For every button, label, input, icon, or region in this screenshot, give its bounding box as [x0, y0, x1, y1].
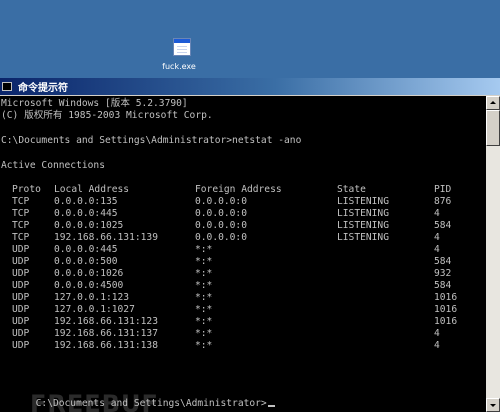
proto-cell: UDP — [12, 244, 30, 255]
scroll-thumb[interactable] — [486, 110, 500, 146]
local-address-cell: 0.0.0.0:1025 — [54, 220, 124, 231]
pid-cell: 584 — [434, 220, 452, 231]
foreign-address-cell: *:* — [195, 280, 213, 291]
desktop-icon-fuck-exe[interactable]: fuck.exe — [158, 38, 206, 71]
pid-cell: 932 — [434, 268, 452, 279]
proto-cell: UDP — [12, 292, 30, 303]
foreign-address-cell: *:* — [195, 304, 213, 315]
banner-copyright: (C) 版权所有 1985-2003 Microsoft Corp. — [1, 110, 213, 121]
table-row: UDP 0.0.0.0:4500 *:* 584 — [0, 280, 486, 292]
proto-cell: TCP — [12, 232, 30, 243]
foreign-address-cell: *:* — [195, 268, 213, 279]
proto-cell: UDP — [12, 340, 30, 351]
header-foreign-address: Foreign Address — [195, 184, 282, 195]
banner-version: Microsoft Windows [版本 5.2.3790] — [1, 98, 188, 109]
proto-cell: TCP — [12, 196, 30, 207]
table-row: TCP 0.0.0.0:445 0.0.0.0:0 LISTENING 4 — [0, 208, 486, 220]
state-cell: LISTENING — [337, 196, 389, 207]
executable-file-icon — [173, 38, 191, 56]
table-row: UDP 127.0.0.1:123 *:* 1016 — [0, 292, 486, 304]
local-address-cell: 192.168.66.131:137 — [54, 328, 158, 339]
header-local-address: Local Address — [54, 184, 130, 195]
table-row: TCP 0.0.0.0:1025 0.0.0.0:0 LISTENING 584 — [0, 220, 486, 232]
desktop-icon-label: fuck.exe — [162, 62, 196, 71]
local-address-cell: 0.0.0.0:135 — [54, 196, 118, 207]
pid-cell: 1016 — [434, 304, 458, 315]
table-row: UDP 192.168.66.131:123 *:* 1016 — [0, 316, 486, 328]
header-pid: PID — [434, 184, 452, 195]
state-cell: LISTENING — [337, 220, 389, 231]
local-address-cell: 0.0.0.0:1026 — [54, 268, 124, 279]
local-address-cell: 192.168.66.131:139 — [54, 232, 158, 243]
pid-cell: 4 — [434, 340, 440, 351]
pid-cell: 4 — [434, 232, 440, 243]
header-state: State — [337, 184, 366, 195]
local-address-cell: 192.168.66.131:138 — [54, 340, 158, 351]
table-header: Proto Local Address Foreign Address Stat… — [0, 184, 486, 196]
pid-cell: 4 — [434, 244, 440, 255]
proto-cell: UDP — [12, 316, 30, 327]
vertical-scrollbar[interactable] — [486, 96, 500, 412]
table-row: UDP 0.0.0.0:1026 *:* 932 — [0, 268, 486, 280]
pid-cell: 1016 — [434, 292, 458, 303]
proto-cell: UDP — [12, 256, 30, 267]
prompt-text: C:\Documents and Settings\Administrator> — [35, 398, 267, 409]
section-title: Active Connections — [1, 160, 105, 171]
pid-cell: 4 — [434, 208, 440, 219]
window-title: 命令提示符 — [18, 83, 68, 94]
local-address-cell: 127.0.0.1:1027 — [54, 304, 135, 315]
foreign-address-cell: *:* — [195, 340, 213, 351]
foreign-address-cell: 0.0.0.0:0 — [195, 208, 247, 219]
title-bar[interactable]: 命令提示符 — [0, 78, 500, 95]
table-row: UDP 192.168.66.131:137 *:* 4 — [0, 328, 486, 340]
table-row: TCP 0.0.0.0:135 0.0.0.0:0 LISTENING 876 — [0, 196, 486, 208]
command-prompt-window: 命令提示符 Microsoft Windows [版本 5.2.3790] (C… — [0, 78, 500, 412]
local-address-cell: 127.0.0.1:123 — [54, 292, 130, 303]
table-row: UDP 0.0.0.0:500 *:* 584 — [0, 256, 486, 268]
table-row: UDP 192.168.66.131:138 *:* 4 — [0, 340, 486, 352]
foreign-address-cell: *:* — [195, 316, 213, 327]
pid-cell: 4 — [434, 328, 440, 339]
table-row: TCP 192.168.66.131:139 0.0.0.0:0 LISTENI… — [0, 232, 486, 244]
foreign-address-cell: *:* — [195, 256, 213, 267]
table-row: UDP 127.0.0.1:1027 *:* 1016 — [0, 304, 486, 316]
local-address-cell: 0.0.0.0:500 — [54, 256, 118, 267]
header-proto: Proto — [12, 184, 41, 195]
proto-cell: UDP — [12, 304, 30, 315]
proto-cell: UDP — [12, 268, 30, 279]
pid-cell: 876 — [434, 196, 452, 207]
foreign-address-cell: 0.0.0.0:0 — [195, 196, 247, 207]
scroll-down-button[interactable] — [486, 398, 500, 412]
foreign-address-cell: *:* — [195, 292, 213, 303]
pid-cell: 584 — [434, 256, 452, 267]
local-address-cell: 0.0.0.0:445 — [54, 244, 118, 255]
proto-cell: UDP — [12, 280, 30, 291]
proto-cell: TCP — [12, 208, 30, 219]
command-line: C:\Documents and Settings\Administrator>… — [1, 135, 302, 146]
proto-cell: UDP — [12, 328, 30, 339]
state-cell: LISTENING — [337, 232, 389, 243]
local-address-cell: 0.0.0.0:445 — [54, 208, 118, 219]
foreign-address-cell: *:* — [195, 328, 213, 339]
scroll-up-button[interactable] — [486, 96, 500, 110]
text-cursor — [267, 405, 275, 407]
cmd-icon[interactable] — [2, 82, 12, 91]
console-output[interactable]: Microsoft Windows [版本 5.2.3790] (C) 版权所有… — [0, 96, 486, 412]
local-address-cell: 192.168.66.131:123 — [54, 316, 158, 327]
pid-cell: 1016 — [434, 316, 458, 327]
foreign-address-cell: 0.0.0.0:0 — [195, 232, 247, 243]
proto-cell: TCP — [12, 220, 30, 231]
state-cell: LISTENING — [337, 208, 389, 219]
prompt-line[interactable]: C:\Documents and Settings\Administrator> — [1, 386, 275, 412]
table-row: UDP 0.0.0.0:445 *:* 4 — [0, 244, 486, 256]
pid-cell: 584 — [434, 280, 452, 291]
foreign-address-cell: *:* — [195, 244, 213, 255]
foreign-address-cell: 0.0.0.0:0 — [195, 220, 247, 231]
local-address-cell: 0.0.0.0:4500 — [54, 280, 124, 291]
